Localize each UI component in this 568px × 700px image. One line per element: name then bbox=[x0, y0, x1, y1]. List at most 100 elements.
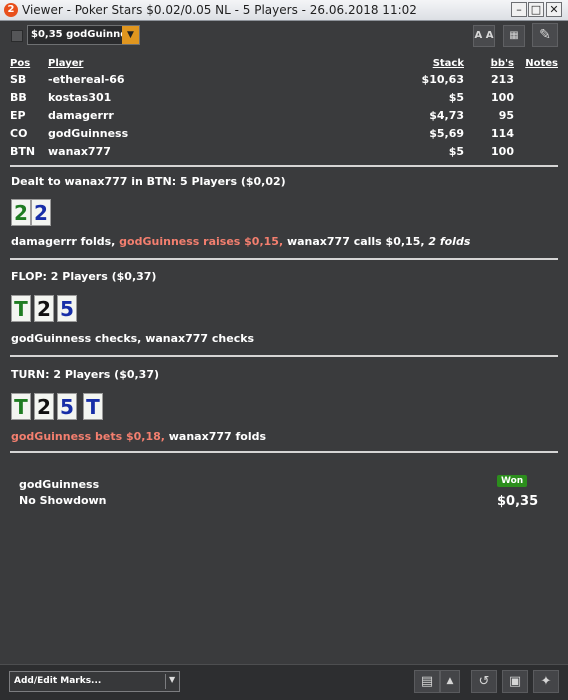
player-stack: $5 bbox=[448, 90, 464, 104]
chevron-down-icon[interactable]: ▼ bbox=[169, 675, 175, 684]
header-bbs: bb's bbox=[490, 57, 514, 69]
close-button[interactable]: ✕ bbox=[546, 2, 562, 17]
summary-result: No Showdown bbox=[19, 494, 107, 507]
section-divider bbox=[10, 258, 558, 260]
chevron-down-icon[interactable]: ▼ bbox=[122, 26, 139, 44]
turn-header: TURN: 2 Players ($0,37) bbox=[11, 368, 160, 381]
table-row[interactable]: SB -ethereal-66 $10,63 213 bbox=[10, 70, 558, 88]
section-divider bbox=[10, 355, 558, 357]
preflop-actions: damagerrr folds, godGuinness raises $0,1… bbox=[11, 235, 470, 248]
card: 2 bbox=[31, 199, 51, 226]
up-down-arrows-icon: ▲ bbox=[446, 676, 454, 686]
player-stack: $4,73 bbox=[429, 108, 464, 122]
replay-button[interactable]: ↺ bbox=[471, 670, 497, 693]
action-text: wanax777 checks bbox=[145, 332, 255, 345]
card: 5 bbox=[57, 295, 77, 322]
minimize-button[interactable]: – bbox=[511, 2, 527, 17]
save-button[interactable]: ▣ bbox=[502, 670, 528, 693]
stepper-button[interactable]: ▲ bbox=[440, 670, 460, 693]
player-pos: CO bbox=[10, 126, 28, 140]
player-notes bbox=[514, 124, 558, 142]
header-notes: Notes bbox=[525, 57, 558, 69]
clipboard-icon: ▤ bbox=[420, 674, 434, 689]
twitter-share-button[interactable]: ✦ bbox=[533, 670, 559, 693]
pencil-icon: ✎ bbox=[539, 27, 551, 43]
select-hand-checkbox[interactable] bbox=[11, 30, 23, 42]
refresh-icon: ↺ bbox=[478, 674, 490, 689]
grid-view-button[interactable]: ▦ bbox=[503, 25, 525, 47]
card: 2 bbox=[34, 295, 54, 322]
player-pos: EP bbox=[10, 108, 26, 122]
player-pos: SB bbox=[10, 72, 27, 86]
player-notes bbox=[514, 142, 558, 160]
card: 2 bbox=[34, 393, 54, 420]
hand-content: Pos Player Stack bb's Notes SB -ethereal… bbox=[10, 56, 558, 160]
action-text: wanax777 folds bbox=[168, 430, 267, 443]
table-row[interactable]: BB kostas301 $5 100 bbox=[10, 88, 558, 106]
action-text: damagerrr folds, bbox=[11, 235, 120, 248]
action-text: godGuinness checks, bbox=[11, 332, 146, 345]
player-bbs: 100 bbox=[491, 144, 514, 158]
player-notes bbox=[514, 70, 558, 88]
player-stack: $5 bbox=[448, 144, 464, 158]
header-stack: Stack bbox=[432, 57, 464, 69]
flop-actions: godGuinness checks, wanax777 checks bbox=[11, 332, 254, 345]
player-notes bbox=[514, 106, 558, 124]
dropdown-separator bbox=[165, 674, 166, 689]
edit-button[interactable]: ✎ bbox=[532, 23, 558, 47]
grid-icon: ▦ bbox=[509, 30, 519, 41]
header-player: Player bbox=[48, 57, 84, 69]
player-name: wanax777 bbox=[48, 144, 111, 158]
card: T bbox=[83, 393, 103, 420]
card: 5 bbox=[57, 393, 77, 420]
player-pos: BTN bbox=[10, 144, 36, 158]
hero-action-text: godGuinness raises $0,15, bbox=[119, 235, 287, 248]
section-divider bbox=[10, 165, 558, 167]
turn-actions: godGuinness bets $0,18, wanax777 folds bbox=[11, 430, 266, 443]
window-title: Viewer - Poker Stars $0.02/0.05 NL - 5 P… bbox=[22, 3, 417, 17]
font-size-button[interactable]: A A bbox=[473, 25, 495, 47]
marks-label: Add/Edit Marks... bbox=[14, 676, 102, 686]
font-size-icon: A A bbox=[474, 30, 494, 41]
card: 2 bbox=[11, 199, 31, 226]
window-title-bar: 2 Viewer - Poker Stars $0.02/0.05 NL - 5… bbox=[0, 0, 568, 21]
app-logo-icon: 2 bbox=[4, 3, 18, 17]
won-amount: $0,35 bbox=[497, 494, 539, 509]
player-notes bbox=[514, 88, 558, 106]
player-bbs: 213 bbox=[491, 72, 514, 86]
card: T bbox=[11, 295, 31, 322]
won-badge: Won bbox=[497, 475, 528, 487]
hero-action-text: godGuinness bets $0,18, bbox=[11, 430, 169, 443]
preflop-header: Dealt to wanax777 in BTN: 5 Players ($0,… bbox=[11, 175, 286, 188]
section-divider bbox=[10, 451, 558, 453]
player-name: godGuinness bbox=[48, 126, 129, 140]
toolbar: $0,35 godGuinness ▼ A A ▦ ✎ bbox=[0, 21, 568, 49]
card: T bbox=[11, 393, 31, 420]
table-row[interactable]: EP damagerrr $4,73 95 bbox=[10, 106, 558, 124]
flop-header: FLOP: 2 Players ($0,37) bbox=[11, 270, 157, 283]
player-bbs: 114 bbox=[491, 126, 514, 140]
maximize-button[interactable]: □ bbox=[528, 2, 544, 17]
bottom-bar: Add/Edit Marks... ▼ ▤ ▲ ↺ ▣ ✦ bbox=[0, 664, 568, 700]
player-stack: $5,69 bbox=[429, 126, 464, 140]
twitter-bird-icon: ✦ bbox=[540, 674, 552, 689]
player-bbs: 95 bbox=[498, 108, 514, 122]
player-name: kostas301 bbox=[48, 90, 112, 104]
player-pos: BB bbox=[10, 90, 27, 104]
player-name: damagerrr bbox=[48, 108, 114, 122]
player-bbs: 100 bbox=[491, 90, 514, 104]
hand-select-dropdown[interactable]: $0,35 godGuinness ▼ bbox=[27, 25, 140, 45]
table-row[interactable]: CO godGuinness $5,69 114 bbox=[10, 124, 558, 142]
action-text: wanax777 calls $0,15, bbox=[286, 235, 429, 248]
action-summary-text: 2 folds bbox=[428, 235, 471, 248]
clipboard-button[interactable]: ▤ bbox=[414, 670, 440, 693]
table-row[interactable]: BTN wanax777 $5 100 bbox=[10, 142, 558, 160]
players-table: Pos Player Stack bb's Notes SB -ethereal… bbox=[10, 56, 558, 160]
player-name: -ethereal-66 bbox=[48, 72, 125, 86]
summary-winner: godGuinness bbox=[19, 478, 100, 491]
header-pos: Pos bbox=[10, 57, 31, 69]
marks-dropdown[interactable]: Add/Edit Marks... ▼ bbox=[9, 671, 180, 692]
save-icon: ▣ bbox=[508, 674, 522, 689]
players-table-header: Pos Player Stack bb's Notes bbox=[10, 56, 558, 70]
player-stack: $10,63 bbox=[421, 72, 464, 86]
